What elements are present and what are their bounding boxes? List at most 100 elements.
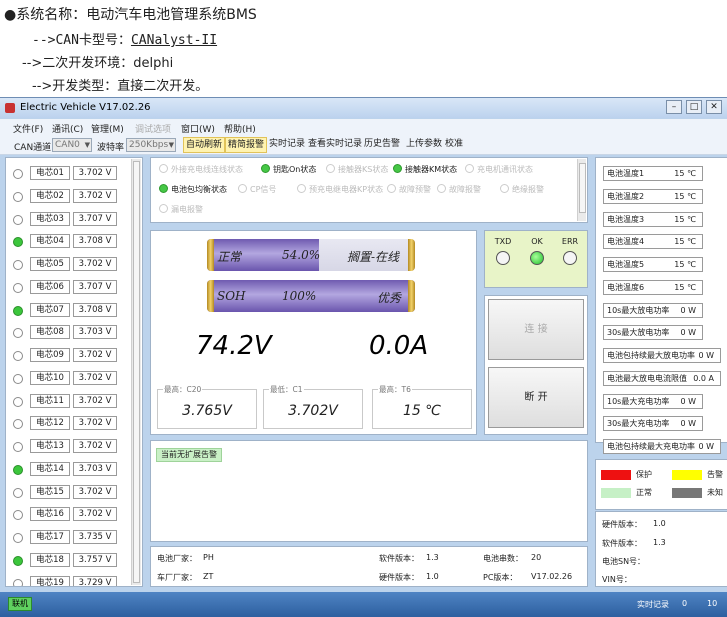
cell-select-radio[interactable] — [13, 442, 23, 452]
cell-select-radio[interactable] — [13, 282, 23, 293]
param-row: 电池包持续最大放电功率 0 W — [603, 348, 721, 363]
gauge-label: 最低：C1 — [269, 384, 304, 395]
cell-name: 电芯02 — [30, 188, 70, 203]
cell-name: 电芯06 — [30, 279, 70, 294]
minimize-button[interactable]: – — [666, 100, 682, 114]
menu-window[interactable]: 窗口(W) — [181, 122, 215, 135]
cell-select-radio[interactable] — [13, 328, 23, 339]
cell-voltage: 3.702 V — [73, 348, 117, 362]
param-value: 15 ℃ — [674, 169, 696, 178]
list-item: 电芯05 3.702 V — [6, 253, 131, 276]
param-label: 30s最大放电功率 — [607, 328, 670, 338]
cell-select-radio[interactable] — [13, 351, 23, 361]
cell-name: 电芯16 — [30, 507, 70, 522]
baud-rate-label: 波特率 — [97, 143, 125, 153]
cell-select-radio[interactable] — [13, 487, 23, 498]
cell-voltage: 3.702 V — [73, 188, 117, 203]
view-realtime-record-button[interactable]: 查看实时记录 — [306, 137, 364, 153]
realtime-record-button[interactable]: 实时记录 — [267, 137, 307, 153]
param-label: 电池最大放电电流限值 — [607, 373, 687, 383]
cell-select-radio[interactable] — [13, 464, 23, 475]
connection-status: 联机 — [8, 597, 32, 611]
legend-label: 保护 — [636, 470, 652, 479]
disconnect-button[interactable]: 断 开 — [488, 367, 584, 428]
cell-select-radio[interactable] — [13, 510, 23, 521]
hardware-version-label: 硬件版本： — [379, 573, 419, 582]
gauge-value: 3.702V — [288, 403, 338, 419]
app-window: Electric Vehicle V17.02.26 – □ ✕ 文件(F) 通… — [0, 97, 727, 617]
cell-select-radio[interactable] — [13, 373, 23, 384]
gauge-value: 15 ℃ — [403, 403, 441, 419]
battery-overview-panel: 正常 54.0% 搁置-在线 SOH 100% 优秀 74.2V 0.0A 最高… — [150, 230, 477, 435]
menu-help[interactable]: 帮助(H) — [224, 122, 256, 135]
param-row: 10s最大放电功率 0 W — [603, 302, 703, 318]
status-panel: 外接充电线连线状态 钥匙On状态 接触器KS状态 接触器KM状态 充电机通讯状态 电池包均… — [150, 157, 588, 223]
parameter-panel: 电池温度1 15 ℃ 电池温度2 15 ℃ 电池温度3 15 ℃ 电池温度4 15 ℃ 电池温度… — [595, 157, 727, 454]
max-temperature-box: 最高：T6 15 ℃ — [372, 384, 472, 429]
param-label: 电池温度1 — [607, 169, 645, 178]
connection-buttons: 连 接 断 开 — [484, 295, 588, 435]
cell-select-radio[interactable] — [13, 555, 23, 566]
status-label: 预充电继电器KP状态 — [309, 185, 384, 194]
legend-swatch — [601, 470, 631, 480]
cell-select-radio[interactable] — [13, 260, 23, 270]
err-label: ERR — [561, 237, 579, 246]
cell-name: 电芯19 — [30, 575, 70, 586]
cell-name: 电芯09 — [30, 348, 70, 362]
cell-select-radio[interactable] — [13, 169, 23, 179]
app-icon — [5, 103, 15, 113]
cell-select-radio[interactable] — [13, 305, 23, 316]
precise-alarm-button[interactable]: 精简报警 — [225, 137, 268, 153]
list-item: 电芯16 3.702 V — [6, 503, 131, 526]
menu-file[interactable]: 文件(F) — [13, 122, 43, 135]
cell-name: 电芯10 — [30, 370, 70, 385]
txd-label: TXD — [494, 237, 512, 246]
dev-type-line: -->开发类型：直接二次开发。 — [32, 79, 209, 94]
list-item: 电芯15 3.702 V — [6, 481, 131, 504]
pc-version-label: PC版本： — [483, 573, 518, 582]
cell-select-radio[interactable] — [13, 396, 23, 407]
ok-label: OK — [531, 237, 543, 246]
status-label: 接触器KM状态 — [405, 165, 458, 174]
maximize-button[interactable]: □ — [686, 100, 702, 114]
close-button[interactable]: ✕ — [706, 100, 722, 114]
upload-params-button[interactable]: 上传参数 — [404, 137, 444, 153]
list-item: 电芯11 3.702 V — [6, 390, 131, 413]
cell-list-scrollbar[interactable] — [131, 159, 141, 585]
can-channel-select[interactable]: CAN0 ▼ — [52, 138, 92, 152]
cell-name: 电芯11 — [30, 393, 70, 408]
param-label: 电池温度3 — [607, 214, 645, 224]
status-bar: 联机 实时记录 0 10 — [0, 592, 727, 617]
sw-version-label: 软件版本： — [602, 539, 642, 548]
pack-current: 0.0A — [369, 331, 429, 361]
soh-label: SOH — [217, 289, 246, 303]
menu-debug[interactable]: 调试选项 — [135, 122, 171, 135]
list-item: 电芯12 3.702 V — [6, 412, 131, 435]
battery-sn-label: 电池SN号： — [602, 557, 646, 566]
connect-button[interactable]: 连 接 — [488, 299, 584, 360]
baud-rate-select[interactable]: 250Kbps ▼ — [126, 138, 176, 152]
param-row: 电池温度3 15 ℃ — [603, 211, 703, 227]
can-channel-label: CAN通道 — [14, 143, 52, 153]
calibrate-button[interactable]: 校准 — [443, 137, 465, 153]
toolbar: CAN通道 CAN0 ▼ 波特率 250Kbps ▼ 自动刷新 精简报警 实时记… — [0, 135, 727, 155]
cell-select-radio[interactable] — [13, 578, 23, 586]
history-alarm-button[interactable]: 历史告警 — [362, 137, 402, 153]
status-scrollbar[interactable] — [577, 159, 586, 221]
legend-swatch — [601, 488, 631, 498]
can-card-model-link[interactable]: CANalyst-II — [131, 33, 217, 48]
cell-select-radio[interactable] — [13, 191, 23, 202]
cell-select-radio[interactable] — [13, 214, 23, 225]
cell-name: 电芯08 — [30, 325, 70, 340]
title-bar[interactable]: Electric Vehicle V17.02.26 – □ ✕ — [0, 98, 727, 118]
menu-comm[interactable]: 通讯(C) — [52, 122, 83, 135]
status-label: 故障预警 — [399, 185, 431, 194]
cell-select-radio[interactable] — [13, 419, 23, 430]
menu-manage[interactable]: 管理(M) — [91, 122, 124, 135]
cell-voltage-panel: 电芯01 3.702 V 电芯02 3.702 V 电芯03 3.707 V 电芯04 3.7… — [5, 157, 143, 587]
status-indicator-icon — [159, 184, 168, 193]
cell-select-radio[interactable] — [13, 533, 23, 543]
max-cell-voltage-box: 最高：C20 3.765V — [157, 384, 257, 429]
cell-select-radio[interactable] — [13, 237, 23, 248]
auto-refresh-button[interactable]: 自动刷新 — [183, 137, 226, 153]
